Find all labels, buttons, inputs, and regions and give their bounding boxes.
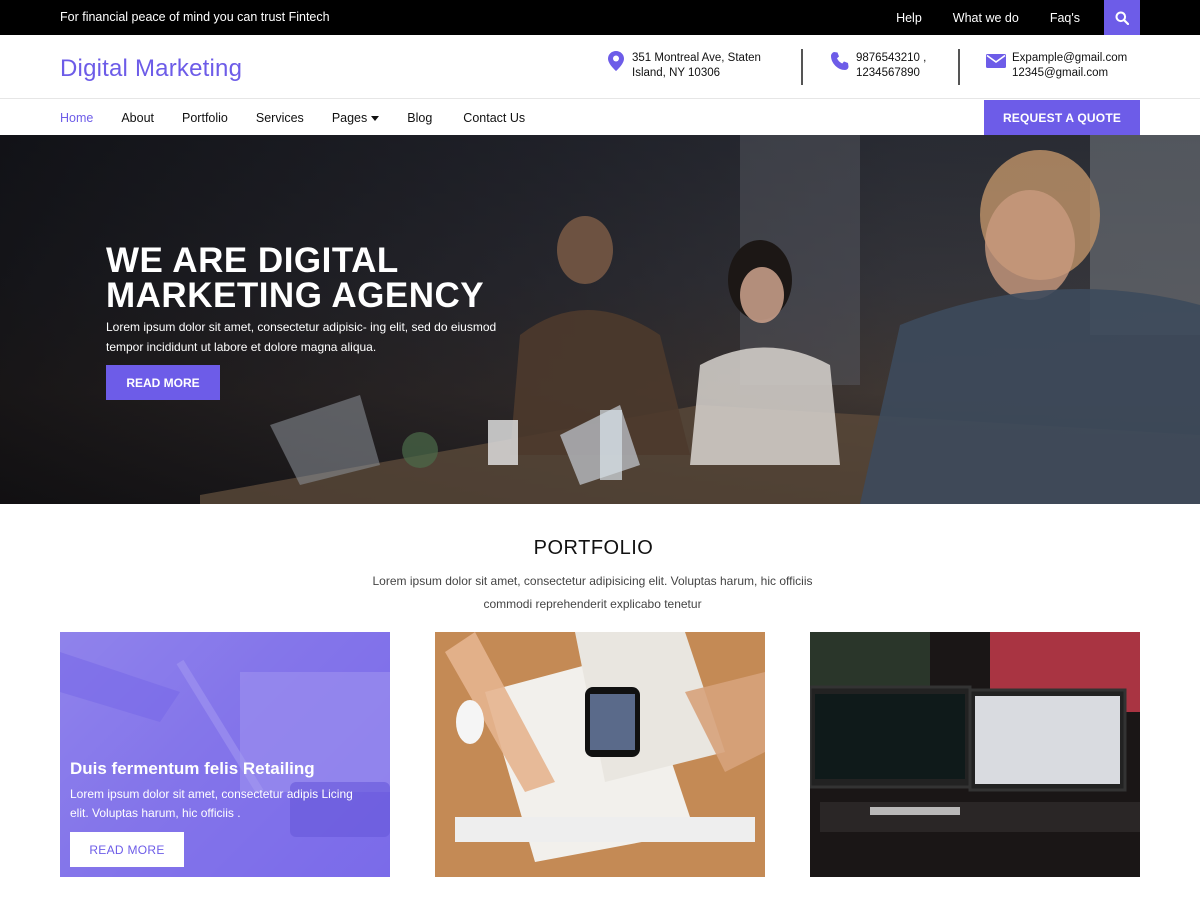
card-title: Duis fermentum felis Retailing (70, 759, 315, 778)
nav-item-services[interactable]: Services (256, 111, 304, 125)
nav-item-label: Contact Us (463, 110, 526, 125)
top-link-help[interactable]: Help (896, 11, 922, 25)
email-line-2: 12345@gmail.com (1012, 67, 1109, 79)
nav-item-home[interactable]: Home (60, 111, 93, 125)
hero-title-line-1: WE ARE DIGITAL (106, 241, 399, 280)
header-divider (801, 49, 803, 85)
phone-line-2: 1234567890 (856, 67, 920, 79)
nav-item-label: Blog (407, 110, 433, 125)
hero-title-line-2: MARKETING AGENCY (106, 276, 485, 315)
phone-line-1: 9876543210 , (856, 52, 927, 64)
portfolio-image (810, 632, 1140, 877)
search-button[interactable] (1104, 0, 1140, 35)
portfolio-title: PORTFOLIO (533, 537, 654, 559)
portfolio-card[interactable] (810, 632, 1140, 877)
nav-item-label: Services (255, 110, 304, 125)
nav-item-contact-us[interactable]: Contact Us (463, 111, 525, 125)
caret-down-icon (371, 116, 380, 121)
nav-item-pages[interactable]: Pages (331, 110, 380, 125)
contact-email: Expample@gmail.com 12345@gmail.com (986, 51, 1127, 81)
contact-address: 351 Montreal Ave, Staten Island, NY 1030… (606, 51, 761, 81)
nav-item-label: Portfolio (182, 110, 228, 125)
top-link-what-we-do[interactable]: What we do (953, 11, 1019, 25)
phone-icon (830, 51, 850, 71)
top-bar-tagline: For financial peace of mind you can trus… (60, 10, 330, 24)
address-line-2: Island, NY 10306 (632, 67, 721, 79)
nav-item-blog[interactable]: Blog (407, 111, 432, 125)
portfolio-description: Lorem ipsum dolor sit amet, consectetur … (372, 574, 813, 611)
map-pin-icon (606, 51, 626, 71)
nav-item-label: Pages (331, 110, 368, 125)
site-header: Digital Marketing 351 Montreal Ave, Stat… (0, 35, 1200, 99)
top-link-faqs[interactable]: Faq's (1050, 11, 1080, 25)
card-text: Lorem ipsum dolor sit amet, consectetur … (70, 787, 353, 820)
hero-read-more-button[interactable]: READ MORE (106, 365, 220, 400)
address-line-1: 351 Montreal Ave, Staten (632, 52, 761, 64)
search-icon (1115, 11, 1129, 25)
hero-banner: WE ARE DIGITAL MARKETING AGENCY Lorem ip… (0, 135, 1200, 504)
header-divider (958, 49, 960, 85)
nav-item-label: Home (60, 110, 94, 125)
top-bar: For financial peace of mind you can trus… (0, 0, 1200, 35)
envelope-icon (986, 51, 1006, 71)
request-quote-button[interactable]: REQUEST A QUOTE (984, 100, 1140, 135)
site-logo[interactable]: Digital Marketing (60, 55, 242, 83)
nav-item-about[interactable]: About (121, 111, 154, 125)
hero-title: WE ARE DIGITAL MARKETING AGENCY (106, 243, 484, 313)
contact-phone: 9876543210 , 1234567890 (830, 51, 926, 81)
top-links: Help What we do Faq's (896, 0, 1100, 35)
card-read-more-button[interactable]: READ MORE (70, 832, 184, 867)
hero-description: Lorem ipsum dolor sit amet, consectetur … (106, 320, 497, 354)
nav-item-portfolio[interactable]: Portfolio (182, 111, 228, 125)
email-line-1: Expample@gmail.com (1012, 52, 1128, 64)
portfolio-image (435, 632, 765, 877)
nav-item-label: About (121, 110, 155, 125)
portfolio-card[interactable]: Duis fermentum felis Retailing Lorem ips… (60, 632, 390, 877)
portfolio-card[interactable] (435, 632, 765, 877)
